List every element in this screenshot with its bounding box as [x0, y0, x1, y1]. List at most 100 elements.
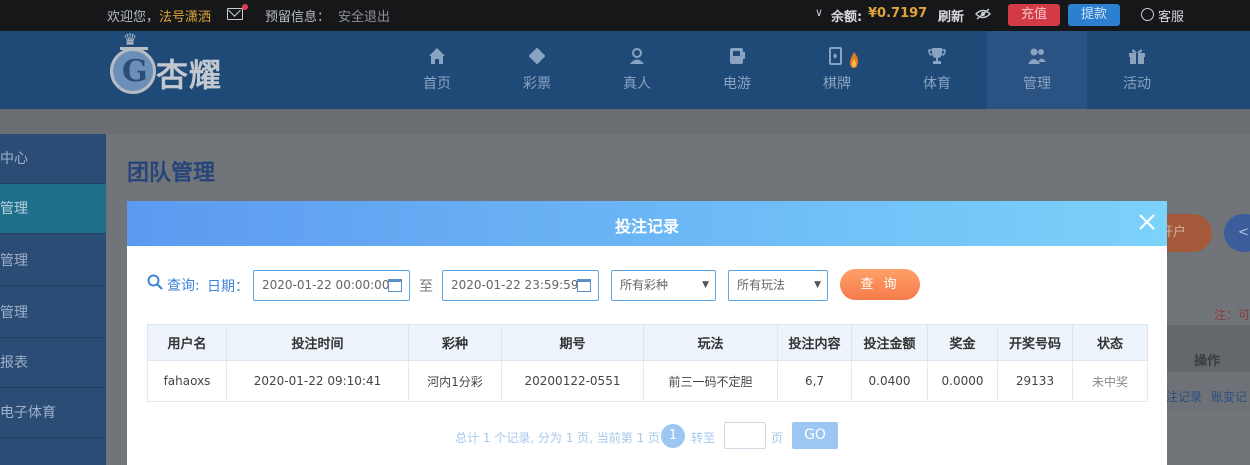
sidebar-item-funds[interactable]: 资管理 [0, 288, 106, 338]
refresh-button[interactable]: 刷新 [938, 6, 964, 25]
chat-icon[interactable] [1141, 8, 1154, 21]
table-cell: 0.0000 [927, 360, 998, 402]
logo-text: 杏耀 [156, 56, 223, 94]
mail-icon[interactable] [227, 8, 243, 20]
lottery-ticket-icon [528, 47, 546, 65]
sidebar-item-reports[interactable]: 票报表 [0, 338, 106, 388]
welcome-text: 欢迎您，法号潇洒 [107, 6, 211, 25]
home-icon [429, 48, 445, 64]
play-method-value: 所有玩法 [737, 278, 786, 292]
balance-label: 余额: [831, 10, 863, 25]
recharge-button[interactable]: 充值 [1008, 4, 1060, 26]
query-button[interactable]: 查 询 [840, 269, 920, 300]
nav-cards[interactable]: 棋牌 [787, 31, 887, 109]
hot-flame-icon [850, 52, 859, 68]
column-header: 投注金额 [851, 324, 928, 361]
calendar-icon[interactable] [577, 279, 591, 292]
bet-records-table: 用户名 投注时间 彩种 期号 玩法 投注内容 投注金额 奖金 开奖号码 状态 f… [147, 324, 1148, 402]
nav-label: 管理 [1023, 76, 1051, 92]
table-cell: 河内1分彩 [408, 360, 502, 402]
end-date-value: 2020-01-22 23:59:59 [451, 278, 579, 292]
chevron-down-icon[interactable]: ∨ [815, 6, 823, 19]
status-cell: 未中奖 [1072, 360, 1148, 402]
nav-label: 体育 [923, 76, 951, 92]
sidebar-item-label: 人管理 [0, 201, 28, 217]
sidebar-item-label: 票报表 [0, 355, 28, 371]
username-link[interactable]: 法号潇洒 [159, 10, 211, 25]
column-header-operation: 操作 [1194, 354, 1221, 369]
goto-label: 转至 [691, 431, 716, 445]
nav-label: 彩票 [523, 76, 551, 92]
withdraw-button[interactable]: 提款 [1068, 4, 1120, 26]
goto-page-input[interactable] [724, 422, 766, 449]
date-label: 日期： [207, 279, 249, 295]
nav-lottery[interactable]: 彩票 [487, 31, 587, 109]
top-bar: 欢迎您，法号潇洒 预留信息： 安全退出 ∨ 余额: ¥0.7197 刷新 充值 … [0, 0, 1250, 31]
nav-management[interactable]: 管理 [987, 31, 1087, 109]
balance-value: ¥0.7197 [868, 6, 928, 21]
sidebar: 理中心 人管理 人管理 资管理 票报表 人电子体育 [0, 134, 106, 465]
sidebar-item-esports[interactable]: 人电子体育 [0, 388, 106, 438]
column-header: 投注时间 [226, 324, 409, 361]
nav-live[interactable]: 真人 [587, 31, 687, 109]
query-label: 查询: [167, 278, 200, 294]
table-cell: 6,7 [777, 360, 852, 402]
site-logo[interactable]: 杏耀 [110, 30, 260, 104]
customer-service-link[interactable]: 客服 [1158, 6, 1184, 25]
modal-title: 投注记录 [614, 217, 679, 236]
open-account-button[interactable]: 开户 [1160, 214, 1212, 252]
note-text: 注：可 [1214, 308, 1250, 322]
table-header-row: 用户名 投注时间 彩种 期号 玩法 投注内容 投注金额 奖金 开奖号码 状态 [147, 324, 1148, 361]
share-icon: < [1238, 225, 1249, 240]
sidebar-item-personal[interactable]: 人管理 [0, 236, 106, 286]
eye-hidden-icon[interactable] [975, 8, 991, 20]
logout-link[interactable]: 安全退出 [338, 6, 390, 25]
play-method-select[interactable]: 所有玩法 ▼ [728, 270, 828, 301]
nav-label: 棋牌 [823, 76, 851, 92]
users-icon [1028, 48, 1046, 64]
table-cell: fahaoxs [147, 360, 227, 402]
table-cell: 0.0400 [851, 360, 928, 402]
caret-down-icon: ▼ [814, 280, 821, 290]
table-cell: 20200122-0551 [501, 360, 644, 402]
table-cell: 29133 [997, 360, 1073, 402]
live-dealer-icon [630, 48, 644, 64]
nav-label: 活动 [1123, 76, 1151, 92]
account-changes-link[interactable]: 账变记 [1211, 388, 1247, 405]
page-number-current[interactable]: 1 [661, 424, 685, 448]
nav-home[interactable]: 首页 [387, 31, 487, 109]
go-button[interactable]: GO [792, 422, 838, 449]
end-date-input[interactable]: 2020-01-22 23:59:59 [442, 270, 599, 301]
nav-label: 电游 [723, 76, 751, 92]
sidebar-item-team[interactable]: 人管理 [0, 184, 106, 234]
calendar-icon[interactable] [388, 279, 402, 292]
date-range-separator: 至 [419, 279, 433, 295]
welcome-label: 欢迎您， [107, 10, 160, 25]
nav-sports[interactable]: 体育 [887, 31, 987, 109]
pagination: 总计 1 个记录, 分为 1 页, 当前第 1 页 1 转至 页 GO [127, 422, 1167, 450]
column-header: 彩种 [408, 324, 502, 361]
reserve-info-label: 预留信息： [265, 10, 331, 25]
sidebar-item-center[interactable]: 理中心 [0, 134, 106, 184]
cards-icon [829, 47, 842, 65]
gift-icon [1129, 49, 1145, 64]
trophy-icon [928, 48, 946, 64]
column-header: 期号 [501, 324, 644, 361]
start-date-input[interactable]: 2020-01-22 00:00:00 [253, 270, 410, 301]
column-header: 开奖号码 [997, 324, 1073, 361]
nav-promotions[interactable]: 活动 [1087, 31, 1187, 109]
lottery-type-select[interactable]: 所有彩种 ▼ [611, 270, 716, 301]
column-header: 状态 [1072, 324, 1148, 361]
bet-records-link[interactable]: 注记录 [1166, 388, 1202, 405]
page-title: 团队管理 [127, 161, 216, 186]
column-header: 玩法 [643, 324, 778, 361]
sidebar-item-label: 资管理 [0, 305, 28, 321]
close-icon[interactable] [1137, 212, 1157, 232]
pagination-summary: 总计 1 个记录, 分为 1 页, 当前第 1 页 [455, 431, 661, 445]
nav-egames[interactable]: 电游 [687, 31, 787, 109]
table-cell: 前三一码不定胆 [643, 360, 778, 402]
caret-down-icon: ▼ [702, 280, 709, 290]
nav-label: 首页 [423, 76, 451, 92]
logo-emblem [110, 48, 156, 94]
modal-header: 投注记录 [127, 201, 1167, 246]
